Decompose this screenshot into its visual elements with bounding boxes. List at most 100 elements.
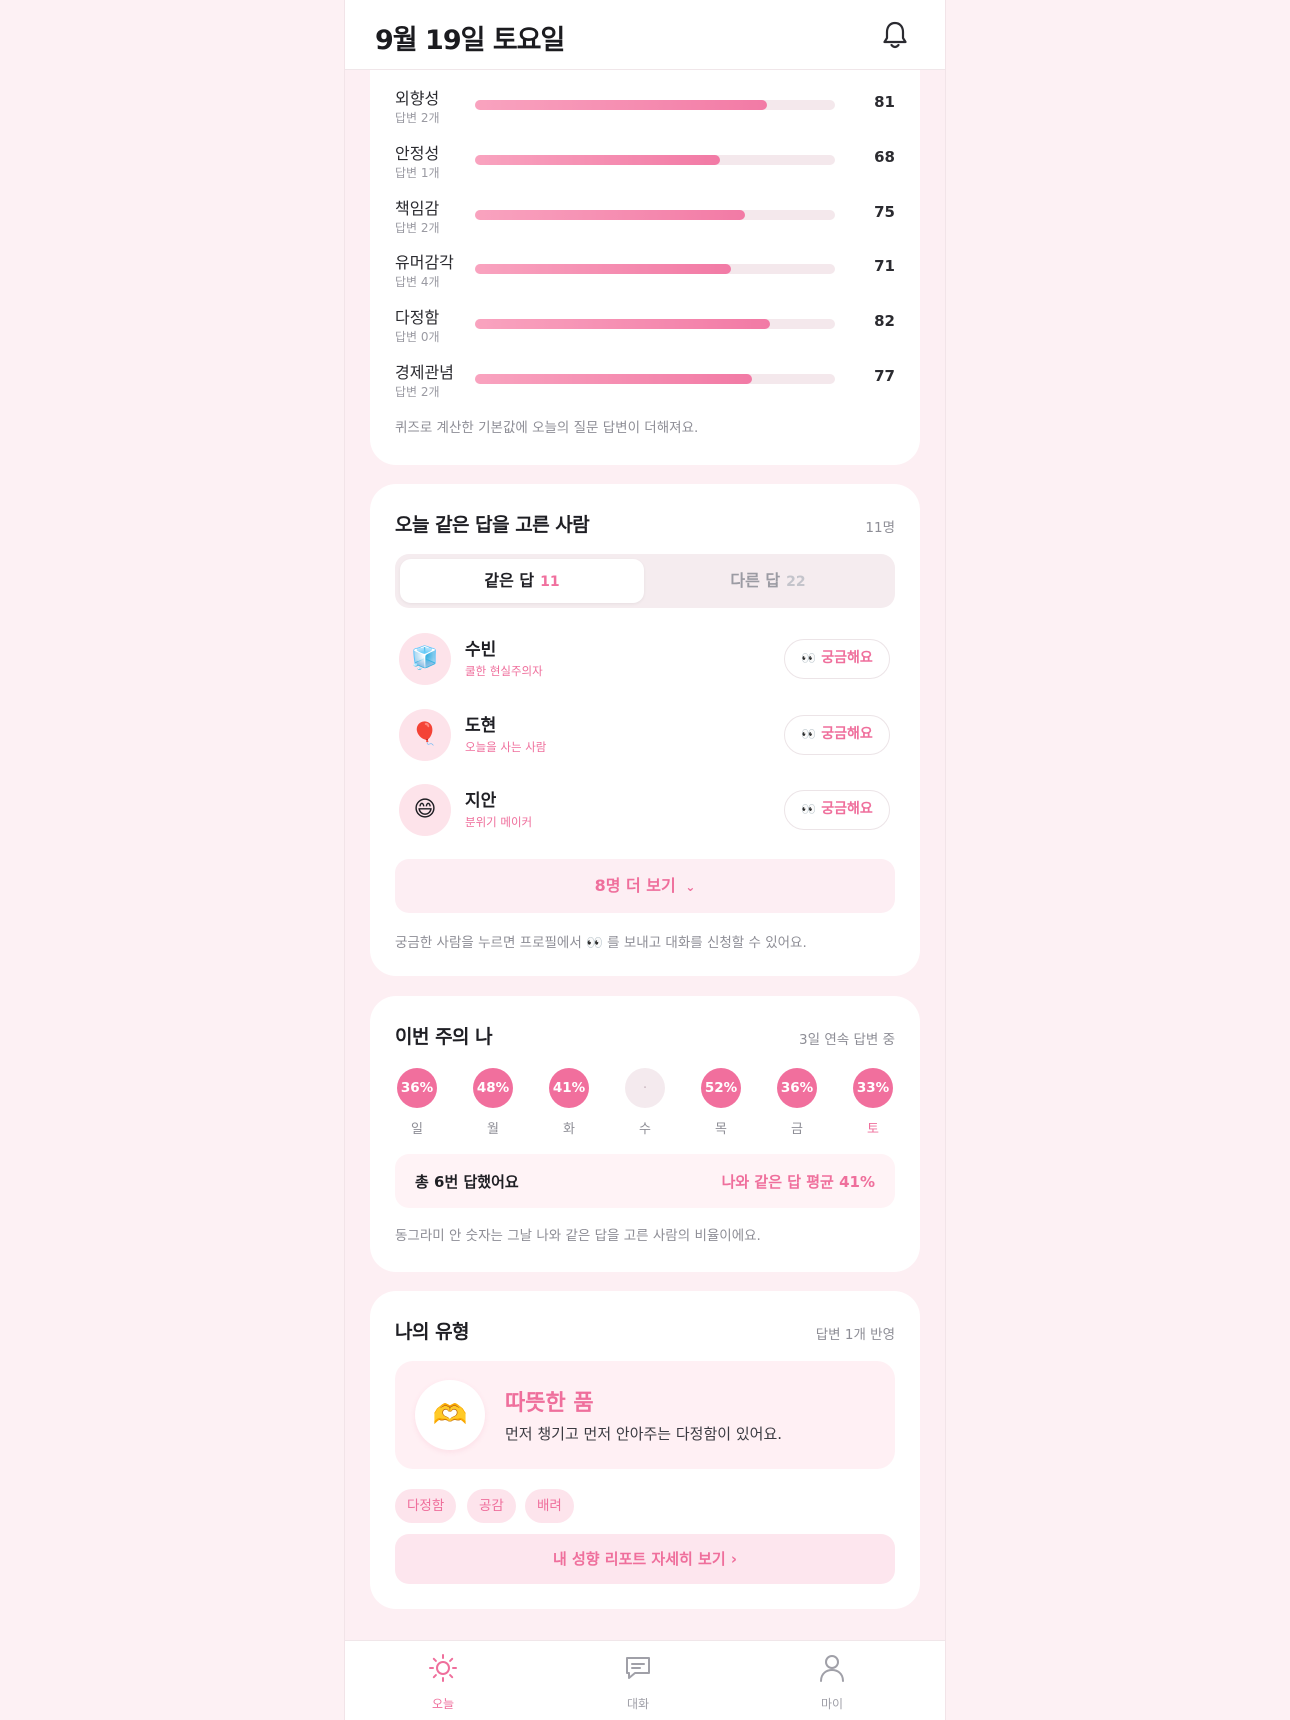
show-more-button[interactable]: 8명 더 보기 ⌄ [395,859,895,913]
trait-name: 다정함 [395,308,440,327]
trait-name: 유머감각 [395,253,454,272]
week-day[interactable]: 33% 토 [853,1068,893,1137]
tab-label: 같은 답 [484,571,535,590]
nav-label: 오늘 [431,1697,455,1711]
day-label: 수 [639,1122,651,1137]
my-type-meta: 답변 1개 반영 [815,1327,895,1343]
day-percent: 41% [549,1068,589,1108]
trait-row: 유머감각 답변 4개 71 [395,249,895,299]
week-summary: 총 6번 답했어요 나와 같은 답 평균 41% [395,1154,895,1208]
type-chip: 공감 [467,1489,516,1523]
answer-tabs: 같은 답 11 다른 답 22 [395,554,895,608]
trait-bar [475,319,835,329]
curious-label: 궁금해요 [821,801,873,817]
person-type-tag: 쿨한 현실주의자 [465,664,543,678]
type-chip: 배려 [525,1489,574,1523]
trait-row: 다정함 답변 0개 82 [395,304,895,354]
curious-label: 궁금해요 [821,726,873,742]
nav-item-my[interactable]: 마이 [782,1653,882,1712]
nav-label: 마이 [820,1697,844,1711]
day-label: 목 [715,1122,727,1137]
person-icon [820,1655,844,1682]
avatar: 🧊 [399,633,451,685]
type-description: 먼저 챙기고 먼저 안아주는 다정함이 있어요. [505,1425,783,1443]
trait-name: 책임감 [395,199,440,218]
my-type-title: 나의 유형 [395,1321,470,1343]
type-summary-box: 🫶 따뜻한 품 먼저 챙기고 먼저 안아주는 다정함이 있어요. [395,1361,895,1469]
top-header: 9월 19일 토요일 [345,0,945,70]
person-type-tag: 분위기 메이커 [465,815,533,829]
trait-bar-fill [475,319,771,329]
type-name: 따뜻한 품 [505,1391,594,1416]
trait-value: 68 [874,148,895,166]
week-day[interactable]: 36% 일 [397,1068,437,1137]
trait-row: 책임감 답변 2개 75 [395,195,895,245]
avatar: 🎈 [399,709,451,761]
app-screen: 9월 19일 토요일 외향성 답변 2개 81 안정성 답변 1개 68 책임감… [345,0,945,1720]
trait-bar [475,374,835,384]
nav-item-today[interactable]: 오늘 [393,1653,493,1712]
page-title: 9월 19일 토요일 [375,25,565,56]
trait-bar-fill [475,210,745,220]
traits-note: 퀴즈로 계산한 기본값에 오늘의 질문 답변이 더해져요. [395,420,699,436]
week-day[interactable]: 41% 화 [549,1068,589,1137]
trait-value: 82 [874,312,895,330]
trait-row: 경제관념 답변 2개 77 [395,359,895,409]
tab-different-answer[interactable]: 다른 답 22 [646,559,890,603]
trait-name: 안정성 [395,144,440,163]
bell-icon[interactable] [881,20,909,50]
trait-answer-count: 답변 2개 [395,221,440,235]
eyes-icon: 👀 [801,651,816,665]
day-percent: 36% [777,1068,817,1108]
traits-card: 외향성 답변 2개 81 안정성 답변 1개 68 책임감 답변 2개 75 유… [370,10,920,465]
trait-answer-count: 답변 2개 [395,385,440,399]
tab-same-answer[interactable]: 같은 답 11 [400,559,644,603]
day-percent: · [625,1068,665,1108]
eyes-icon: 👀 [801,802,816,816]
trait-bar [475,210,835,220]
week-day[interactable]: 36% 금 [777,1068,817,1137]
bottom-nav: 오늘 대화 마이 [345,1640,945,1720]
trait-answer-count: 답변 4개 [395,275,440,289]
week-note: 동그라미 안 숫자는 그날 나와 같은 답을 고른 사람의 비율이에요. [395,1228,761,1244]
person-name: 수빈 [465,640,497,660]
day-label: 일 [411,1122,423,1137]
trait-bar-fill [475,100,767,110]
nav-item-chat[interactable]: 대화 [588,1653,688,1712]
day-label: 화 [563,1122,575,1137]
trait-answer-count: 답변 2개 [395,111,440,125]
summary-average: 나와 같은 답 평균 41% [721,1173,875,1191]
summary-total: 총 6번 답했어요 [415,1173,519,1191]
person-list-item[interactable]: 😄 지안 분위기 메이커 👀 궁금해요 [395,782,895,842]
curious-button[interactable]: 👀 궁금해요 [784,639,890,679]
curious-label: 궁금해요 [821,650,873,666]
person-type-tag: 오늘을 사는 사람 [465,740,547,754]
week-day[interactable]: · 수 [625,1068,665,1137]
avatar: 😄 [399,784,451,836]
day-percent: 52% [701,1068,741,1108]
person-list-item[interactable]: 🎈 도현 오늘을 사는 사람 👀 궁금해요 [395,707,895,767]
curious-button[interactable]: 👀 궁금해요 [784,790,890,830]
week-title: 이번 주의 나 [395,1026,493,1048]
day-label: 토 [867,1122,879,1137]
tab-count: 22 [786,574,806,590]
week-day[interactable]: 52% 목 [701,1068,741,1137]
trait-bar [475,100,835,110]
curious-button[interactable]: 👀 궁금해요 [784,715,890,755]
report-detail-button[interactable]: 내 성향 리포트 자세히 보기 › [395,1534,895,1584]
trait-name: 경제관념 [395,363,454,382]
heart-hands-icon: 🫶 [415,1380,485,1450]
eyes-icon: 👀 [801,727,816,741]
sun-icon [429,1654,457,1682]
same-answer-count: 11명 [865,520,895,536]
type-chip: 다정함 [395,1489,457,1523]
my-type-card: 나의 유형 답변 1개 반영 🫶 따뜻한 품 먼저 챙기고 먼저 안아주는 다정… [370,1291,920,1609]
trait-bar-fill [475,155,720,165]
chat-bubble-icon [626,1657,650,1679]
trait-bar [475,155,835,165]
trait-row: 안정성 답변 1개 68 [395,140,895,190]
week-card: 이번 주의 나 3일 연속 답변 중 36% 일 48% 월 41% 화 · 수 52%… [370,996,920,1272]
person-list-item[interactable]: 🧊 수빈 쿨한 현실주의자 👀 궁금해요 [395,631,895,691]
day-percent: 48% [473,1068,513,1108]
week-day[interactable]: 48% 월 [473,1068,513,1137]
